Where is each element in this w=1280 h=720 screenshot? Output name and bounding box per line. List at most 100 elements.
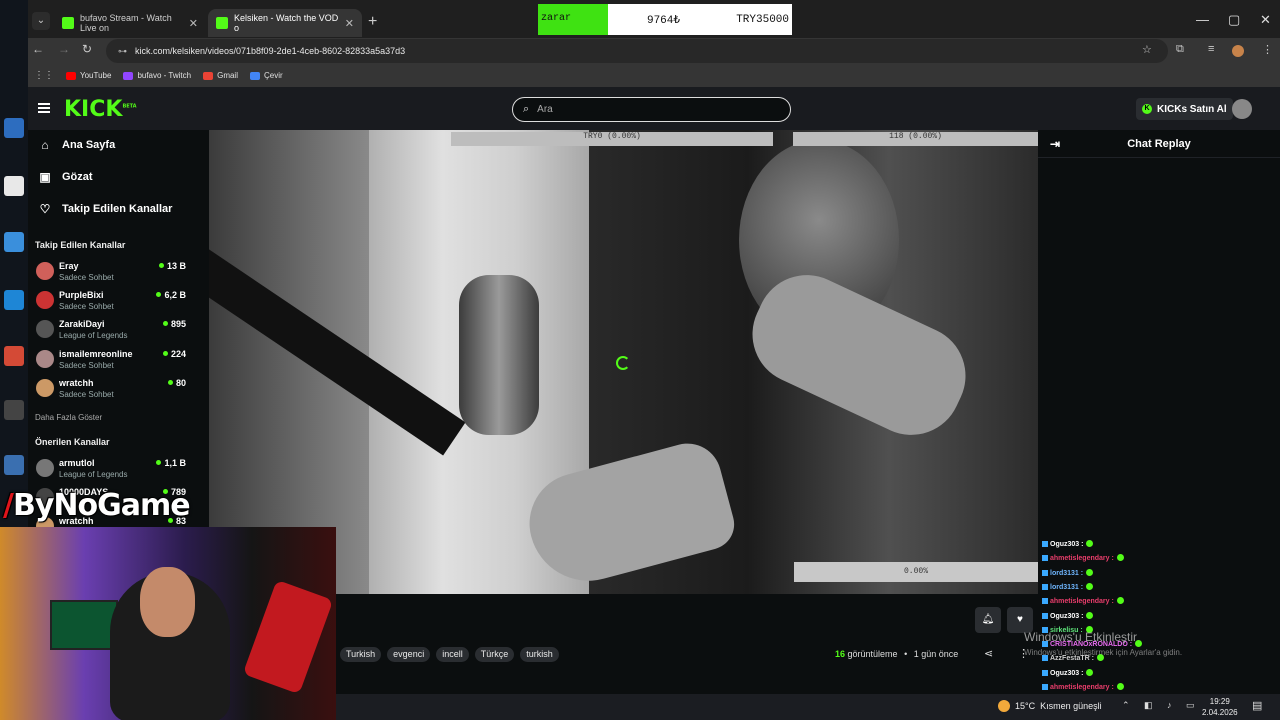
url-field[interactable]: ⊶ kick.com/kelsiken/videos/071b8f09-2de1… xyxy=(106,39,1168,63)
kick-logo[interactable]: KICKBETA xyxy=(64,97,137,122)
channel-category: League of Legends xyxy=(59,470,128,479)
weather-widget[interactable]: 15°C Kısmen güneşli xyxy=(998,700,1102,712)
desktop-app-icon[interactable] xyxy=(4,232,24,252)
viewer-count: 13 B xyxy=(159,261,186,271)
weather-desc: Kısmen güneşli xyxy=(1040,701,1102,711)
buy-kicks-button[interactable]: K KICKs Satın Al xyxy=(1136,98,1233,120)
desktop-app-icon[interactable] xyxy=(4,346,24,366)
notifications-icon[interactable]: ▤ xyxy=(1252,699,1262,712)
bookmark-translate[interactable]: Çevir xyxy=(249,71,283,80)
forward-icon[interactable]: → xyxy=(58,42,70,56)
search-input[interactable]: ⌕ Ara xyxy=(512,97,791,122)
tab-bufavo[interactable]: bufavo Stream - Watch Live on ✕ xyxy=(54,9,206,37)
desktop-app-icon[interactable] xyxy=(4,176,24,196)
desktop-app-icon[interactable] xyxy=(4,400,24,420)
chat-username[interactable]: Oguz303 : xyxy=(1050,613,1083,620)
browse-icon: ▣ xyxy=(39,170,51,184)
video-player[interactable]: TRY0 (0.00%) 118 (0.00%) 0.00% xyxy=(209,130,1038,594)
tag-chip[interactable]: evgenci xyxy=(387,647,431,662)
new-tab-icon[interactable]: + xyxy=(368,13,377,31)
system-tray-icons[interactable]: ⌃ ◧ ♪ ▭ xyxy=(1122,700,1201,711)
menu-hamburger-icon[interactable] xyxy=(38,103,50,113)
chat-username[interactable]: ahmetislegendary : xyxy=(1050,684,1114,691)
gmail-icon xyxy=(203,71,214,80)
chat-username[interactable]: lord3131 : xyxy=(1050,584,1083,591)
chat-username[interactable]: Oguz303 : xyxy=(1050,670,1083,677)
minimize-icon[interactable]: — xyxy=(1196,12,1209,27)
bookmark-gmail[interactable]: Gmail xyxy=(203,71,238,80)
overlay-label: zarar xyxy=(538,4,608,35)
tag-chip[interactable]: turkish xyxy=(520,647,559,662)
maximize-icon[interactable]: ▢ xyxy=(1228,12,1240,28)
chat-message: Oguz303 : xyxy=(1042,611,1094,620)
window-close-icon[interactable]: ✕ xyxy=(1260,12,1271,28)
video-stats: 16 görüntüleme • 1 gün önce xyxy=(835,649,959,659)
followed-channel[interactable]: wratchh Sadece Sohbet 80 xyxy=(36,377,186,405)
user-avatar[interactable] xyxy=(1232,99,1252,119)
reload-icon[interactable]: ↻ xyxy=(82,42,92,56)
views-count: 16 xyxy=(835,649,846,659)
followed-channel[interactable]: Eray Sadece Sohbet 13 B xyxy=(36,260,186,288)
tab-search-icon[interactable]: ⌄ xyxy=(32,12,50,30)
close-icon[interactable]: ✕ xyxy=(345,17,354,30)
chat-emote-icon xyxy=(1086,668,1094,676)
bookmark-label: Çevir xyxy=(263,71,283,80)
tag-chip[interactable]: Türkçe xyxy=(474,647,515,662)
channel-name: ZarakiDayi xyxy=(59,319,105,329)
notification-bell-button[interactable]: 🔔︎ xyxy=(975,607,1001,633)
bookmark-label: bufavo - Twitch xyxy=(137,71,192,80)
chat-badge-icon xyxy=(1042,612,1048,619)
profile-avatar-icon[interactable] xyxy=(1232,45,1244,57)
avatar xyxy=(36,320,54,338)
extensions-icon[interactable]: ⧉ xyxy=(1176,43,1184,56)
sponsor-logo-text: ByNoGame xyxy=(12,488,191,523)
back-icon[interactable]: ← xyxy=(32,42,44,56)
chat-username[interactable]: ahmetislegendary : xyxy=(1050,555,1114,562)
bookmark-youtube[interactable]: YouTube xyxy=(66,71,111,80)
channel-category: Sadece Sohbet xyxy=(59,302,114,311)
chat-username[interactable]: lord3131 : xyxy=(1050,570,1083,577)
clock-time: 19:29 xyxy=(1209,697,1230,706)
chat-emote-icon xyxy=(1116,683,1124,690)
nav-home[interactable]: ⌂ Ana Sayfa xyxy=(38,138,115,152)
bookmark-star-icon[interactable]: ☆ xyxy=(1142,43,1152,56)
tag-chip[interactable]: Turkish xyxy=(340,647,382,662)
chat-emote-icon xyxy=(1116,597,1124,605)
kick-favicon-icon xyxy=(216,17,228,29)
menu-kebab-icon[interactable]: ⋮ xyxy=(1262,43,1273,56)
desktop-app-icon[interactable] xyxy=(4,118,24,138)
bookmark-twitch[interactable]: bufavo - Twitch xyxy=(123,71,191,80)
youtube-icon xyxy=(66,71,76,80)
desktop-app-icon[interactable] xyxy=(4,290,24,310)
show-more-link[interactable]: Daha Fazla Göster xyxy=(35,413,102,422)
tab-kelsiken[interactable]: Kelsiken - Watch the VOD o ✕ xyxy=(208,9,362,37)
share-icon[interactable]: ⋖ xyxy=(984,647,993,660)
chat-username[interactable]: ahmetislegendary : xyxy=(1050,598,1114,605)
system-clock[interactable]: 19:29 2.04.2026 xyxy=(1202,696,1238,718)
loading-spinner-icon xyxy=(616,356,630,370)
followed-channel[interactable]: PurpleBixi Sadece Sohbet 6,2 B xyxy=(36,289,186,317)
windows-taskbar: 15°C Kısmen güneşli ⌃ ◧ ♪ ▭ 19:29 2.04.2… xyxy=(336,694,1280,720)
chat-title: Chat Replay xyxy=(1127,138,1191,150)
chat-badge-icon xyxy=(1042,541,1048,547)
nav-following[interactable]: ♡ Takip Edilen Kanallar xyxy=(38,202,173,216)
followed-channel[interactable]: ismailemreonline Sadece Sohbet 224 xyxy=(36,348,186,376)
close-icon[interactable]: ✕ xyxy=(189,17,198,30)
search-icon: ⌕ xyxy=(523,103,530,115)
chat-emote-icon xyxy=(1086,582,1094,590)
desktop-app-icon[interactable] xyxy=(4,455,24,475)
channel-name: ismailemreonline xyxy=(59,349,133,359)
media-icon[interactable]: ≡ xyxy=(1208,43,1214,55)
collapse-chat-icon[interactable]: ⇥ xyxy=(1050,130,1060,158)
heart-icon: ♥ xyxy=(1017,614,1023,625)
recommended-channel[interactable]: armutlol League of Legends 1,1 B xyxy=(36,457,186,485)
tag-chip[interactable]: incell xyxy=(436,647,469,662)
chat-username[interactable]: Oguz303 : xyxy=(1050,541,1083,548)
followed-channel[interactable]: ZarakiDayi League of Legends 895 xyxy=(36,318,186,346)
nav-browse[interactable]: ▣ Gözat xyxy=(38,170,92,184)
chat-badge-icon xyxy=(1042,684,1048,690)
site-info-icon[interactable]: ⊶ xyxy=(118,46,127,57)
channel-name: Eray xyxy=(59,261,79,271)
buy-kicks-label: KICKs Satın Al xyxy=(1157,103,1227,115)
apps-grid-icon[interactable]: ⋮⋮ xyxy=(34,70,54,81)
